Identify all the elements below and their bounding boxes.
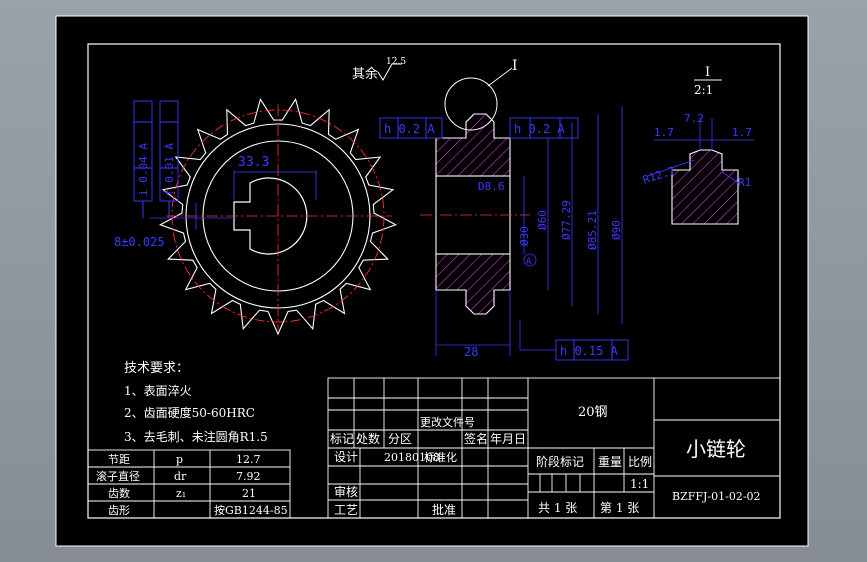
tb-code: BZFFJ-01-02-02 [672, 490, 761, 503]
roughness-note: 其余 [352, 66, 378, 82]
tb-title: 小链轮 [686, 437, 746, 461]
dim-bore: Ø30 [518, 226, 531, 246]
detail-label: I [512, 58, 518, 74]
param-value-0: 12.7 [236, 453, 261, 466]
dim-tip-dia: Ø90 [610, 220, 623, 240]
tb-standard: 标准化 [424, 450, 457, 464]
datum-label: A [526, 257, 532, 267]
tb-scale-value: 1:1 [630, 477, 649, 491]
dim-hub-width: D8.6 [478, 180, 505, 193]
tb-count: 处数 [356, 431, 380, 446]
drawing-canvas: 33.3 8±0.025 i 0.04 A f 0.01 A 其余 12.5 I… [55, 15, 809, 547]
tb-weight: 重量 [598, 455, 622, 469]
dim-hub-dia: Ø60 [536, 210, 549, 230]
dim-keyway-depth: 8±0.025 [114, 235, 165, 249]
tb-stage-mark: 阶段标记 [536, 454, 584, 469]
detail-scale-den: 2:1 [694, 83, 713, 97]
tb-sheet-no: 第 1 张 [600, 501, 639, 515]
dim-detail-w3: 1.7 [732, 126, 752, 139]
param-value-1: 7.92 [236, 470, 261, 483]
dim-root-dia: Ø77.29 [560, 200, 573, 240]
tb-mark: 标记 [330, 432, 354, 446]
param-value-2: 21 [242, 487, 256, 500]
tb-check: 审核 [334, 484, 358, 499]
param-symbol-2: z₁ [176, 487, 186, 500]
roughness-value: 12.5 [386, 57, 406, 67]
tol-front-2: f 0.01 A [163, 143, 176, 196]
dim-detail-r2: R1 [738, 176, 751, 189]
tb-process: 工艺 [334, 503, 358, 517]
param-name-3: 齿形 [108, 504, 130, 517]
dim-pitch-dia: Ø85.21 [586, 210, 599, 250]
dim-keyway-width: 33.3 [238, 155, 269, 170]
param-name-0: 节距 [108, 453, 130, 466]
tol-bottom: h 0.15 A [560, 344, 619, 358]
tb-design: 设计 [334, 450, 358, 464]
tb-sign: 签名 [464, 431, 488, 446]
tol-right: h 0.2 A [514, 122, 565, 136]
tb-approve: 批准 [432, 502, 456, 517]
tech-item-3: 3、去毛刺、未注圆角R1.5 [124, 429, 268, 444]
tech-item-2: 2、齿面硬度50-60HRC [124, 405, 255, 420]
cad-viewport[interactable]: 33.3 8±0.025 i 0.04 A f 0.01 A 其余 12.5 I… [0, 0, 867, 562]
tb-total-sheets: 共 1 张 [538, 501, 577, 515]
param-symbol-1: dr [174, 470, 187, 483]
tech-item-1: 1、表面淬火 [124, 383, 192, 398]
param-symbol-0: p [176, 453, 183, 466]
tb-material: 20钢 [578, 405, 608, 420]
tb-zone: 分区 [388, 432, 412, 446]
tb-doc-no: 更改文件号 [420, 415, 475, 429]
dim-detail-w2: 7.2 [684, 112, 704, 125]
param-value-3: 按GB1244-85 [214, 503, 288, 517]
dim-width: 28 [464, 345, 478, 359]
dim-detail-w1: 1.7 [654, 126, 674, 139]
param-name-2: 齿数 [108, 487, 130, 500]
param-name-1: 滚子直径 [96, 469, 140, 483]
tb-scale: 比例 [628, 455, 652, 469]
tol-front-1: i 0.04 A [137, 143, 150, 196]
tol-left: h 0.2 A [384, 122, 435, 136]
tech-heading: 技术要求： [124, 361, 189, 376]
tb-date: 年月日 [490, 432, 526, 446]
detail-scale-num: I [705, 65, 710, 80]
